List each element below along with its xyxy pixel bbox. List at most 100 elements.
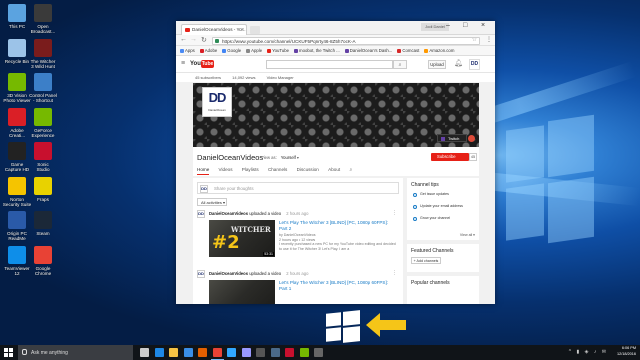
cortana-search-box[interactable]: Ask me anything xyxy=(18,345,133,360)
task-view-icon[interactable] xyxy=(140,348,149,357)
bookmark-star-icon[interactable]: ☆ xyxy=(472,38,477,44)
clock[interactable]: 6:06 PM 12/18/2016 xyxy=(617,346,636,357)
desktop-icon[interactable]: Fraps xyxy=(26,176,60,202)
firefox-icon[interactable] xyxy=(198,348,207,357)
chrome-icon[interactable] xyxy=(210,348,224,360)
app-icon xyxy=(8,245,26,264)
chrome-menu-icon[interactable]: ⋮ xyxy=(486,36,492,43)
bookmark-item[interactable]: Comcast xyxy=(397,46,420,55)
photoshop-icon[interactable] xyxy=(227,348,236,357)
desktop-icon[interactable]: GeForce Experience xyxy=(26,107,60,139)
windows-logo-icon xyxy=(326,310,360,343)
account-avatar[interactable]: DD xyxy=(469,59,480,70)
edge-icon[interactable] xyxy=(154,348,164,357)
google-plus-icon[interactable] xyxy=(468,135,475,142)
tip-item[interactable]: Grow your channel xyxy=(413,216,475,221)
tab-home[interactable]: Home xyxy=(197,167,210,175)
bookmark-label: Comcast xyxy=(402,48,420,53)
desktop-icon[interactable]: The Witcher 3 Wild Hunt xyxy=(26,38,60,70)
search-input[interactable] xyxy=(266,60,393,69)
title-bar[interactable]: DanielOceanVideos - Yo... × Jodi Daniel … xyxy=(176,21,495,35)
feed-author[interactable]: DanielOceanVideos xyxy=(209,271,248,276)
system-tray-icons[interactable]: ^ ▮ ◈ ♪ ✉ xyxy=(569,349,608,355)
bookmark-item[interactable]: Adobe xyxy=(199,46,217,55)
video-title-link[interactable]: Let's Play The Witcher 3 [BLIND] [PC, 10… xyxy=(279,280,397,292)
steam-icon[interactable] xyxy=(270,348,280,357)
forward-icon[interactable]: → xyxy=(190,36,197,43)
view-all-link[interactable]: View all ▾ xyxy=(460,233,475,237)
app-icon xyxy=(34,38,52,57)
radio-icon xyxy=(413,204,417,209)
desktop-icon[interactable]: Google Chrome xyxy=(26,245,60,277)
bookmark-item[interactable]: DanielOcean's Dash... xyxy=(344,46,392,55)
view-as-value: Yourself xyxy=(280,155,296,160)
more-options-icon[interactable]: ⋮ xyxy=(392,210,397,216)
desktop-icon[interactable]: Sonic Studio xyxy=(26,142,60,173)
notifications-bell-icon[interactable]: 🔔︎ xyxy=(454,59,463,67)
logo-you: You xyxy=(190,61,201,67)
app-icon[interactable] xyxy=(299,348,309,357)
menu-icon[interactable]: ≡ xyxy=(181,60,185,67)
new-tab-button[interactable] xyxy=(250,26,260,34)
tip-item[interactable]: Get issue updates xyxy=(413,192,475,197)
wallpaper-windows-logo xyxy=(506,110,596,250)
back-icon[interactable]: ← xyxy=(180,36,187,43)
upload-button[interactable]: Upload xyxy=(428,60,446,69)
video-title-link[interactable]: Let's Play The Witcher 3 [BLIND] [PC, 10… xyxy=(279,220,397,232)
bookmark-item[interactable]: moobot, the Twitch ... xyxy=(293,46,340,55)
all-activities-dropdown[interactable]: All activities ▾ xyxy=(197,198,227,206)
video-thumbnail[interactable] xyxy=(209,280,275,304)
obs-icon[interactable] xyxy=(256,348,265,357)
bookmark-item[interactable]: YouTube xyxy=(267,46,289,55)
tab-videos[interactable]: Videos xyxy=(219,167,233,174)
bookmark-item[interactable]: Apple xyxy=(246,46,262,55)
twitch-link[interactable]: Twitch xyxy=(437,134,467,142)
view-as-selector[interactable]: View as: Yourself ▾ xyxy=(261,155,299,160)
share-placeholder: Share your thoughts xyxy=(214,186,254,191)
search-button[interactable]: ⌕ xyxy=(393,60,407,69)
video-manager-link[interactable]: Video Manager xyxy=(267,75,294,80)
file-explorer-icon[interactable] xyxy=(169,348,178,357)
views-stat[interactable]: 14,092 views xyxy=(232,75,255,80)
close-tab-icon[interactable]: × xyxy=(241,25,244,35)
share-thoughts-input[interactable]: DD Share your thoughts xyxy=(197,182,399,194)
premiere-icon[interactable] xyxy=(241,348,251,357)
reload-icon[interactable]: ↻ xyxy=(201,36,207,44)
add-channels-button[interactable]: + Add channels xyxy=(411,257,441,264)
close-window-icon[interactable]: × xyxy=(481,22,485,29)
youtube-logo[interactable]: You Tube xyxy=(190,60,214,69)
address-toolbar: ← → ↻ https://www.youtube.com/channel/UC… xyxy=(176,35,495,46)
desktop-icon[interactable]: Open Broadcast... xyxy=(26,4,60,35)
store-icon[interactable] xyxy=(183,348,193,357)
profile-button[interactable]: Jodi Daniel xyxy=(421,23,449,31)
feed-author[interactable]: DanielOceanVideos xyxy=(209,211,248,216)
channel-search-icon[interactable]: ⌕ xyxy=(349,167,352,175)
video-thumbnail[interactable]: WITCHER #2 53:31 xyxy=(209,220,275,257)
browser-tab[interactable]: DanielOceanVideos - Yo... × xyxy=(181,24,247,35)
desktop-icon[interactable]: Steam xyxy=(26,211,60,236)
tab-playlists[interactable]: Playlists xyxy=(242,167,259,174)
start-button[interactable] xyxy=(4,348,13,357)
subscribe-button[interactable]: Subscribe 45 xyxy=(431,153,477,161)
bookmark-item[interactable]: Google xyxy=(222,46,241,55)
maximize-icon[interactable]: □ xyxy=(463,22,467,29)
bookmark-label: moobot, the Twitch ... xyxy=(298,48,340,53)
tab-channels[interactable]: Channels xyxy=(268,167,287,174)
app-icon xyxy=(34,142,52,160)
more-options-icon[interactable]: ⋮ xyxy=(392,270,397,276)
tab-discussion[interactable]: Discussion xyxy=(297,167,319,174)
featured-channels-card: Featured Channels + Add channels xyxy=(407,244,479,272)
feed-item: DD DanielOceanVideos uploaded a video 2 … xyxy=(197,210,399,266)
desktop-icon[interactable]: Control Panel - Shortcut xyxy=(26,73,60,104)
bookmark-item[interactable]: Apps xyxy=(180,46,195,55)
minimize-icon[interactable]: – xyxy=(446,22,450,29)
app-icon[interactable] xyxy=(285,348,294,357)
url-bar[interactable]: https://www.youtube.com/channel/UCKUF5Pq… xyxy=(212,36,480,45)
desktop-icon-label: Fraps xyxy=(37,196,49,202)
app-icon[interactable] xyxy=(314,348,323,357)
tip-item[interactable]: Update your email address xyxy=(413,204,475,209)
tab-about[interactable]: About xyxy=(328,167,340,174)
microphone-icon[interactable] xyxy=(22,349,27,355)
bookmark-item[interactable]: Amazon.com xyxy=(424,46,454,55)
subscribers-stat[interactable]: 45 subscribers xyxy=(195,75,221,80)
